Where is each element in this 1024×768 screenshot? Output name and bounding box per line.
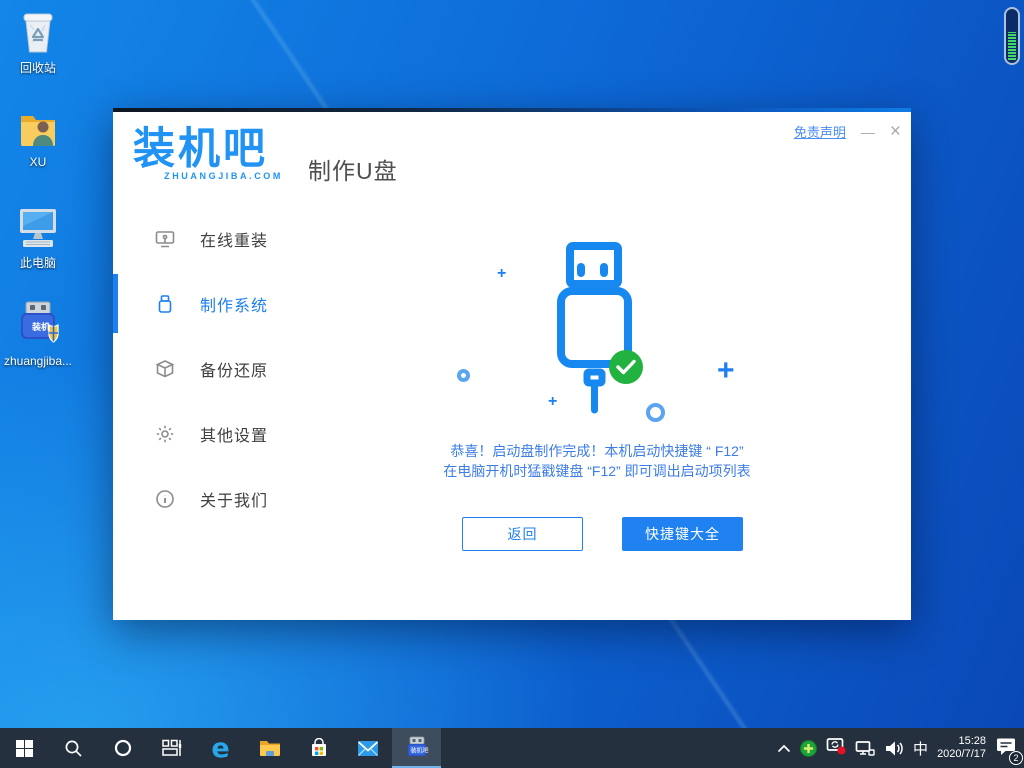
- info-icon: [155, 489, 175, 509]
- taskbar: e 装机吧: [0, 728, 1024, 768]
- svg-text:装机: 装机: [31, 321, 50, 332]
- decor-plus-icon: +: [497, 268, 506, 280]
- desktop-icon-user-folder[interactable]: XU: [3, 106, 73, 169]
- decor-plus-icon: +: [717, 360, 735, 382]
- ime-indicator[interactable]: 中: [913, 738, 928, 759]
- backup-box-icon: [155, 359, 175, 379]
- network-tray-icon[interactable]: [855, 740, 875, 757]
- mail-icon: [357, 740, 379, 757]
- success-message-line1: 恭喜！启动盘制作完成！本机启动快捷键 “ F12”: [313, 441, 881, 461]
- system-tray: 中 15:28 2020/7/17 2: [777, 728, 1024, 768]
- clock-time: 15:28: [937, 735, 986, 748]
- app-logo-text: 装机吧: [133, 126, 283, 172]
- sidebar-item-other-settings[interactable]: 其他设置: [113, 401, 313, 466]
- start-button[interactable]: [0, 728, 49, 768]
- sidebar-item-online-reinstall[interactable]: 在线重装: [113, 206, 313, 271]
- success-check-icon: [609, 350, 643, 384]
- sidebar-item-label: 在线重装: [200, 227, 268, 251]
- sidebar-item-about-us[interactable]: 关于我们: [113, 466, 313, 531]
- action-center-button[interactable]: 2: [995, 736, 1017, 761]
- clock[interactable]: 15:28 2020/7/17: [937, 735, 986, 761]
- edge-icon: e: [211, 733, 229, 764]
- decor-plus-icon: +: [548, 396, 557, 408]
- desktop-icon-label: 回收站: [3, 59, 73, 76]
- usb-drive-illustration: [553, 238, 641, 418]
- clock-date: 2020/7/17: [937, 748, 986, 761]
- window-header: 装机吧 ZHUANGJIBA.COM 制作U盘 免责声明 — ×: [113, 112, 911, 204]
- decor-ring-icon: [646, 403, 665, 422]
- desktop-icon-recycle-bin[interactable]: 回收站: [3, 8, 73, 76]
- zhuangjiba-window: 装机吧 ZHUANGJIBA.COM 制作U盘 免责声明 — × 在线重装: [113, 108, 911, 620]
- volume-gauge-fill: [1008, 32, 1016, 60]
- desktop-icon-zhuangjiba[interactable]: 装机 zhuangjiba...: [3, 299, 73, 368]
- mail-button[interactable]: [343, 728, 392, 768]
- cortana-button[interactable]: [98, 728, 147, 768]
- chevron-up-icon[interactable]: [777, 744, 791, 753]
- this-pc-icon: [15, 203, 61, 251]
- sidebar: 在线重装 制作系统 备份还原: [113, 206, 313, 531]
- disclaimer-link[interactable]: 免责声明: [794, 122, 846, 141]
- file-explorer-icon: [259, 739, 281, 757]
- sidebar-item-label: 制作系统: [200, 292, 268, 316]
- sidebar-item-backup-restore[interactable]: 备份还原: [113, 336, 313, 401]
- edge-button[interactable]: e: [196, 728, 245, 768]
- page-title: 制作U盘: [308, 152, 398, 186]
- sidebar-item-label: 其他设置: [200, 422, 268, 446]
- user-folder-icon: [15, 106, 61, 152]
- window-controls: 免责声明 — ×: [794, 122, 901, 141]
- antivirus-tray-icon[interactable]: [800, 740, 817, 757]
- sync-tray-icon[interactable]: [826, 737, 846, 760]
- search-button[interactable]: [49, 728, 98, 768]
- sidebar-item-label: 备份还原: [200, 357, 268, 381]
- file-explorer-button[interactable]: [245, 728, 294, 768]
- success-message: 恭喜！启动盘制作完成！本机启动快捷键 “ F12” 在电脑开机时猛戳键盘 “F1…: [313, 441, 881, 481]
- microsoft-store-icon: [309, 738, 329, 758]
- app-logo: 装机吧 ZHUANGJIBA.COM: [133, 126, 283, 181]
- sidebar-item-label: 关于我们: [200, 487, 268, 511]
- svg-text:装机吧: 装机吧: [410, 747, 428, 755]
- success-message-line2: 在电脑开机时猛戳键盘 “F12” 即可调出启动项列表: [313, 461, 881, 481]
- notification-badge: 2: [1009, 751, 1023, 765]
- zhuangjiba-taskbar-icon: 装机吧: [405, 735, 429, 759]
- minimize-button[interactable]: —: [861, 125, 875, 139]
- zhuangjiba-app-icon: 装机: [13, 299, 63, 351]
- desktop-icon-label: XU: [3, 155, 73, 169]
- taskbar-zhuangjiba-app[interactable]: 装机吧: [392, 728, 441, 768]
- cortana-icon: [114, 739, 132, 757]
- close-button[interactable]: ×: [890, 124, 901, 140]
- recycle-bin-icon: [15, 8, 61, 56]
- monitor-icon: [155, 229, 175, 249]
- main-content: + + + 恭喜！启动盘制作完成！本机启动快捷键 “ F12” 在电脑开机时猛戳…: [313, 220, 911, 620]
- speaker-tray-icon[interactable]: [884, 740, 904, 757]
- decor-ring-icon: [457, 369, 470, 382]
- search-icon: [64, 739, 83, 758]
- task-view-icon: [162, 739, 182, 757]
- desktop-icon-label: zhuangjiba...: [3, 354, 73, 368]
- back-button[interactable]: 返回: [462, 517, 583, 551]
- store-button[interactable]: [294, 728, 343, 768]
- volume-gauge: [1004, 7, 1020, 65]
- sidebar-item-make-system[interactable]: 制作系统: [113, 271, 313, 336]
- windows-logo-icon: [16, 740, 33, 757]
- usb-stick-icon: [155, 294, 175, 314]
- hotkey-list-button[interactable]: 快捷键大全: [622, 517, 743, 551]
- task-view-button[interactable]: [147, 728, 196, 768]
- desktop-icon-this-pc[interactable]: 此电脑: [3, 203, 73, 271]
- button-row: 返回 快捷键大全: [462, 517, 743, 551]
- gear-icon: [155, 424, 175, 444]
- desktop-icon-label: 此电脑: [3, 254, 73, 271]
